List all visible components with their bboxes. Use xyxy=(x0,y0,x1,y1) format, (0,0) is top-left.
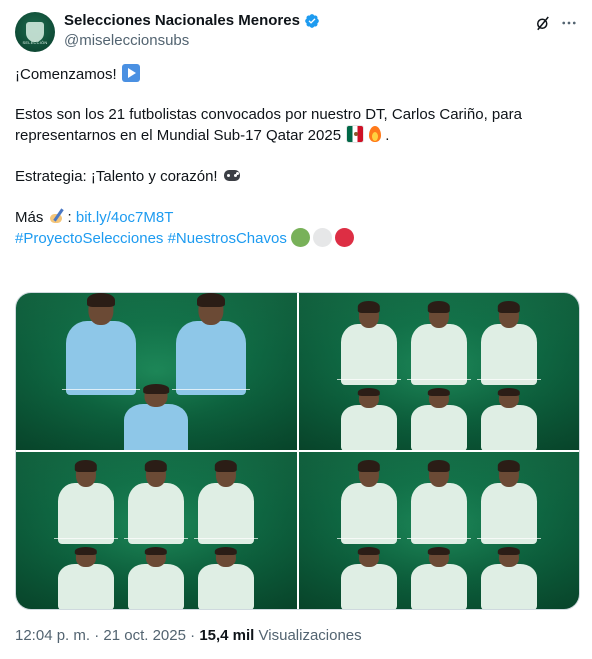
player-name-plate xyxy=(336,379,401,385)
player-photo xyxy=(58,460,114,544)
views-count[interactable]: 15,4 mil xyxy=(199,627,254,644)
media-image-1[interactable] xyxy=(16,293,297,450)
writing-hand-icon xyxy=(49,207,67,225)
player-photo xyxy=(480,301,537,385)
hashtag-proyecto-selecciones[interactable]: #ProyectoSelecciones xyxy=(15,230,163,247)
player-photo xyxy=(410,460,467,544)
fire-icon xyxy=(366,125,384,143)
timestamp-time[interactable]: 12:04 p. m. xyxy=(15,627,90,644)
player-photo xyxy=(340,301,397,385)
media-image-2[interactable] xyxy=(298,293,579,450)
avatar-logo-text: SELECCIÓN xyxy=(22,40,48,45)
player-photo xyxy=(198,546,254,609)
player-photo xyxy=(124,383,188,450)
handle[interactable]: @miseleccionsubs xyxy=(64,32,189,49)
player-name-plate xyxy=(194,538,258,544)
gamepad-icon xyxy=(223,166,241,184)
player-photo xyxy=(340,546,397,609)
display-name[interactable]: Selecciones Nacionales Menores xyxy=(64,12,300,29)
player-name-plate xyxy=(336,538,401,544)
player-name-plate xyxy=(406,538,471,544)
player-photo xyxy=(340,460,397,544)
player-name-plate xyxy=(124,538,188,544)
player-photo xyxy=(410,546,467,609)
hashtag-nuestros-chavos[interactable]: #NuestrosChavos xyxy=(168,230,287,247)
player-photo xyxy=(198,460,254,544)
verified-badge-icon xyxy=(305,13,319,28)
green-circle-icon xyxy=(291,228,310,247)
play-button-icon xyxy=(121,64,140,82)
timestamp-date[interactable]: 21 oct. 2025 xyxy=(103,627,186,644)
crest-icon xyxy=(26,22,44,42)
player-name-plate xyxy=(476,538,541,544)
grok-icon[interactable] xyxy=(534,14,552,32)
player-photo xyxy=(480,460,537,544)
tweet-text: ¡Comenzamos! Estos son los 21 futbolista… xyxy=(15,64,580,249)
avatar[interactable]: SELECCIÓN xyxy=(15,12,55,52)
player-name-plate xyxy=(406,379,471,385)
player-photo xyxy=(128,546,184,609)
white-circle-icon xyxy=(313,228,332,247)
tweet-line-3: Estrategia: ¡Talento y corazón! xyxy=(15,166,580,187)
player-photo xyxy=(66,293,136,395)
tweet-line-4: Más : bit.ly/4oc7M8T xyxy=(15,207,174,226)
media-grid[interactable] xyxy=(15,292,580,610)
tweet-footer: 12:04 p. m. · 21 oct. 2025 · 15,4 mil Vi… xyxy=(15,627,362,644)
player-photo xyxy=(58,546,114,609)
player-photo xyxy=(480,546,537,609)
name-line: Selecciones Nacionales Menores xyxy=(64,12,320,29)
media-image-4[interactable] xyxy=(298,452,579,609)
player-photo xyxy=(340,387,397,450)
tweet-line-1: ¡Comenzamos! xyxy=(15,64,580,85)
player-photo xyxy=(128,460,184,544)
player-photo xyxy=(480,387,537,450)
player-photo xyxy=(176,293,246,395)
tweet-line-5: #ProyectoSelecciones #NuestrosChavos xyxy=(15,228,580,249)
media-image-3[interactable] xyxy=(16,452,297,609)
red-circle-icon xyxy=(335,228,354,247)
player-name-plate xyxy=(54,538,118,544)
player-name-plate xyxy=(476,379,541,385)
tweet-header: SELECCIÓN Selecciones Nacionales Menores… xyxy=(15,8,580,56)
short-link[interactable]: bit.ly/4oc7M8T xyxy=(76,209,174,226)
player-photo xyxy=(410,301,467,385)
mexico-flag-icon xyxy=(346,125,365,143)
views-label: Visualizaciones xyxy=(258,627,362,644)
tweet-line-2: Estos son los 21 futbolistas convocados … xyxy=(15,106,522,144)
player-photo xyxy=(410,387,467,450)
more-icon[interactable] xyxy=(560,14,578,32)
